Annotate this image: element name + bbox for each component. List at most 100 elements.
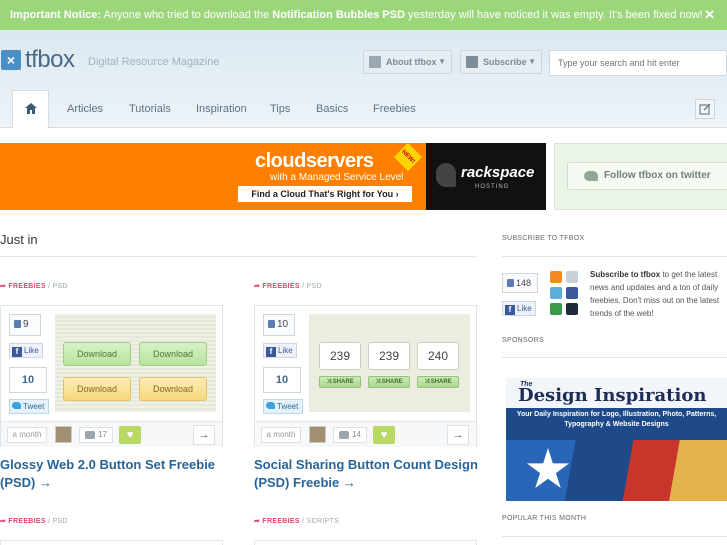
subscribe-button[interactable]: Subscribe ▼	[460, 50, 542, 74]
banner-ad[interactable]: cloudservers with a Managed Service Leve…	[0, 142, 546, 210]
post-thumbnail[interactable]: 239 239 240 ⤨ SHARE ⤨ SHARE ⤨ SHARE	[309, 314, 470, 412]
close-box-icon	[369, 56, 381, 68]
logo-icon[interactable]: ×	[1, 50, 21, 70]
about-label: About tfbox	[386, 57, 437, 67]
site-header: × tfbox Digital Resource Magazine About …	[0, 30, 727, 128]
like-count-value: 10	[277, 319, 289, 330]
banner-cta-button[interactable]: Find a Cloud That's Right for You ›	[238, 186, 412, 202]
nav-item-basics[interactable]: Basics	[316, 103, 348, 115]
rss-icon[interactable]	[550, 271, 562, 283]
author-avatar[interactable]	[55, 426, 72, 443]
category-main[interactable]: FREEBIES	[8, 518, 45, 525]
twitter-icon[interactable]	[550, 287, 562, 299]
rackspace-logo-icon	[436, 163, 456, 187]
main-nav: Articles Tutorials Inspiration Tips Basi…	[0, 90, 727, 128]
follow-twitter-label: Follow tfbox on twitter	[604, 170, 711, 181]
facebook-like-button[interactable]: f Like	[263, 343, 297, 358]
like-count[interactable]: 10	[263, 314, 295, 336]
twitter-bird-icon	[266, 402, 275, 409]
nav-item-freebies[interactable]: Freebies	[373, 103, 416, 115]
email-icon[interactable]	[566, 271, 578, 283]
tweet-label: Tweet	[277, 402, 299, 411]
category-main[interactable]: FREEBIES	[262, 518, 299, 525]
ad-header: The Design Inspiration	[506, 378, 727, 408]
post-card	[254, 540, 477, 545]
facebook-like-button[interactable]: f Like	[9, 343, 43, 358]
share-arrow-icon: ➦	[0, 283, 7, 290]
post-time: a month	[7, 427, 47, 443]
divider	[502, 256, 727, 257]
arrow-right-icon[interactable]: →	[193, 425, 215, 445]
nav-item-articles[interactable]: Articles	[67, 103, 103, 115]
like-label: Like	[278, 346, 293, 355]
category-sub[interactable]: PSD	[53, 283, 68, 290]
ad-subtitle: Your Daily Inspiration for Logo, Illustr…	[516, 411, 717, 428]
new-badge: NEW!	[393, 142, 423, 172]
rss-icon	[466, 56, 478, 68]
twitter-panel: Follow tfbox on twitter	[554, 143, 727, 210]
notice-link[interactable]: Notification Bubbles PSD	[272, 9, 405, 21]
twitter-bird-icon	[584, 171, 598, 181]
nav-item-tips[interactable]: Tips	[270, 103, 290, 115]
heart-icon[interactable]: ♥	[373, 426, 395, 444]
card-footer: a month 17 ♥ →	[1, 421, 222, 447]
comment-count[interactable]: 17	[79, 427, 113, 443]
category-main[interactable]: FREEBIES	[8, 283, 45, 290]
sponsor-ad[interactable]: The Design Inspiration Your Daily Inspir…	[506, 378, 727, 501]
thumbs-up-icon	[507, 279, 514, 287]
twitter-bird-icon	[12, 402, 21, 409]
arrow-right-icon[interactable]: →	[447, 425, 469, 445]
notice-text-after: yesterday will have noticed it was empty…	[404, 9, 703, 21]
like-label: Like	[517, 304, 532, 313]
nav-item-tutorials[interactable]: Tutorials	[129, 103, 171, 115]
facebook-icon: f	[266, 347, 276, 357]
like-count[interactable]: 9	[9, 314, 41, 336]
author-avatar[interactable]	[309, 426, 326, 443]
like-count[interactable]: 148	[502, 273, 538, 293]
post-card: 9 f Like 10 Tweet Download Download Downl…	[0, 305, 223, 447]
post-title[interactable]: Social Sharing Button Count Design (PSD)…	[254, 456, 484, 492]
logo-text[interactable]: tfbox	[25, 46, 75, 74]
facebook-like-button[interactable]: f Like	[502, 301, 536, 316]
stumbleupon-icon[interactable]	[550, 303, 562, 315]
post-category[interactable]: ➦ FREEBIES / PSD	[0, 282, 68, 290]
card-footer: a month 14 ♥ →	[255, 421, 476, 447]
close-icon[interactable]: ✕	[704, 0, 715, 30]
post-card: 10 f Like 10 Tweet 239 239 240 ⤨ SHARE ⤨ …	[254, 305, 477, 447]
delicious-icon[interactable]	[566, 303, 578, 315]
post-title[interactable]: Glossy Web 2.0 Button Set Freebie (PSD) …	[0, 456, 230, 492]
nav-item-inspiration[interactable]: Inspiration	[196, 103, 247, 115]
tweet-button[interactable]: Tweet	[263, 399, 303, 414]
comment-count-value: 17	[98, 430, 107, 439]
category-sub[interactable]: SCRIPTS	[307, 518, 339, 525]
share-count-preview: 240	[417, 342, 459, 370]
category-sub[interactable]: PSD	[53, 518, 68, 525]
notice-bar: Important Notice: Anyone who tried to do…	[0, 0, 727, 30]
post-category[interactable]: ➦ FREEBIES / PSD	[0, 517, 68, 525]
download-button-preview: Download	[139, 342, 207, 366]
edit-icon[interactable]	[695, 99, 715, 119]
tweet-button[interactable]: Tweet	[9, 399, 49, 414]
facebook-icon[interactable]	[566, 287, 578, 299]
comment-count[interactable]: 14	[333, 427, 367, 443]
subscribe-bold: Subscribe to tfbox	[590, 270, 661, 279]
category-sub[interactable]: PSD	[307, 283, 322, 290]
heart-icon[interactable]: ♥	[119, 426, 141, 444]
popular-heading: POPULAR THIS MONTH	[502, 515, 587, 522]
post-card	[0, 540, 223, 545]
ad-title: Design Inspiration	[518, 385, 707, 406]
tweet-label: Tweet	[23, 402, 45, 411]
post-category[interactable]: ➦ FREEBIES / PSD	[254, 282, 322, 290]
share-button-preview: ⤨ SHARE	[417, 376, 459, 388]
search-input[interactable]	[549, 50, 727, 76]
subscribe-text: Subscribe to tfbox to get the latest new…	[590, 268, 727, 320]
thumbs-up-icon	[14, 320, 21, 328]
about-button[interactable]: About tfbox ▼	[363, 50, 452, 74]
post-thumbnail[interactable]: Download Download Download Download	[55, 314, 216, 412]
notice-label: Important Notice:	[10, 9, 102, 21]
follow-twitter-button[interactable]: Follow tfbox on twitter	[567, 162, 727, 190]
notice-text-before: Anyone who tried to download the	[101, 9, 273, 21]
category-main[interactable]: FREEBIES	[262, 283, 299, 290]
post-category[interactable]: ➦ FREEBIES / SCRIPTS	[254, 517, 339, 525]
nav-home[interactable]	[12, 90, 49, 128]
